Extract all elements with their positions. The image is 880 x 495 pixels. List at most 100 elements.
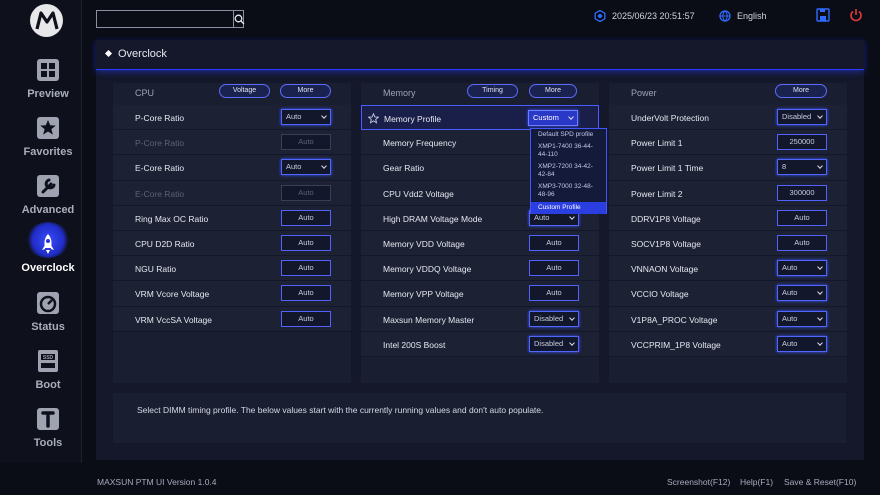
chevron-down-icon [817, 163, 823, 170]
setting-row-vrm-vcore-voltage[interactable]: VRM Vcore Voltage Auto [113, 281, 351, 307]
setting-row-intel-200s-boost[interactable]: Intel 200S Boost Disabled [361, 331, 599, 357]
sidebar-item-label: Boot [35, 379, 61, 391]
screenshot-button[interactable]: Screenshot(F12) [667, 477, 730, 487]
value-dropdown[interactable]: 8 [777, 159, 827, 176]
setting-label: Memory Profile [384, 114, 442, 124]
language-selector[interactable]: English [719, 10, 767, 22]
value-dropdown[interactable]: Auto [281, 109, 331, 125]
value-field: Auto [281, 134, 331, 151]
setting-row-e-core-ratio[interactable]: E-Core Ratio Auto [113, 180, 351, 206]
value-dropdown[interactable]: Auto [777, 335, 827, 352]
setting-label: V1P8A_PROC Voltage [631, 314, 718, 325]
voltage-button[interactable]: Voltage [219, 84, 270, 98]
setting-row-memory-vpp-voltage[interactable]: Memory VPP Voltage Auto [361, 281, 599, 307]
save-icon[interactable] [816, 8, 830, 22]
value-dropdown[interactable]: Custom [528, 110, 578, 126]
setting-row-ddrv1p8-voltage[interactable]: DDRV1P8 Voltage Auto [609, 205, 847, 231]
setting-row-power-limit-1[interactable]: Power Limit 1 250000 [609, 130, 847, 156]
value-text: Disabled [534, 338, 564, 348]
value-text: Auto [534, 212, 550, 222]
search-button[interactable] [233, 11, 245, 27]
setting-row-power-limit-1-time[interactable]: Power Limit 1 Time 8 [609, 155, 847, 181]
value-field[interactable]: Auto [529, 260, 579, 277]
chevron-down-icon [569, 314, 575, 321]
setting-row-power-limit-2[interactable]: Power Limit 2 300000 [609, 180, 847, 206]
save-reset-button[interactable]: Save & Reset(F10) [784, 477, 856, 487]
timing-button[interactable]: Timing [467, 84, 518, 98]
profile-option[interactable]: XMP1-7400 36-44-44-110 [531, 141, 606, 161]
setting-row-memory-vdd-voltage[interactable]: Memory VDD Voltage Auto [361, 230, 599, 257]
value-dropdown[interactable]: Disabled [529, 310, 579, 327]
value-field[interactable]: 300000 [777, 184, 827, 201]
value-text: Auto [286, 162, 302, 172]
sidebar-item-preview[interactable]: Preview [0, 56, 96, 114]
setting-label: P-Core Ratio [135, 113, 185, 123]
value-text: Disabled [534, 313, 564, 323]
setting-row-vccprim-1p8-voltage[interactable]: VCCPRIM_1P8 Voltage Auto [609, 331, 847, 357]
profile-option[interactable]: Default SPD profile [531, 129, 606, 141]
setting-row-p-core-ratio[interactable]: P-Core Ratio Auto [113, 105, 351, 131]
value-field[interactable]: Auto [281, 260, 331, 277]
value-dropdown[interactable]: Disabled [777, 109, 827, 125]
setting-row-ngu-ratio[interactable]: NGU Ratio Auto [113, 256, 351, 282]
sidebar-item-favorites[interactable]: Favorites [0, 114, 96, 172]
setting-row-cpu-d2d-ratio[interactable]: CPU D2D Ratio Auto [113, 230, 351, 257]
globe-icon [719, 10, 731, 22]
sidebar-item-tools[interactable]: Tools [0, 405, 96, 463]
value-text: Auto [546, 237, 562, 247]
setting-label: CPU D2D Ratio [135, 238, 195, 249]
setting-row-vccio-voltage[interactable]: VCCIO Voltage Auto [609, 281, 847, 307]
setting-row-v1p8a-proc-voltage[interactable]: V1P8A_PROC Voltage Auto [609, 306, 847, 332]
sidebar-item-boot[interactable]: SSD Boot [0, 347, 96, 405]
value-dropdown[interactable]: Auto [777, 260, 827, 277]
sidebar-item-overclock[interactable]: Overclock [0, 230, 96, 288]
value-field[interactable]: Auto [281, 234, 331, 251]
setting-row-maxsun-memory-master[interactable]: Maxsun Memory Master Disabled [361, 306, 599, 332]
favorite-star-icon[interactable] [368, 113, 379, 124]
sidebar-item-advanced[interactable]: Advanced [0, 172, 96, 230]
setting-row-memory-profile[interactable]: Memory Profile Custom [361, 105, 599, 131]
cpu-more-button[interactable]: More [280, 84, 331, 98]
value-dropdown[interactable]: Auto [777, 310, 827, 327]
help-panel: Select DIMM timing profile. The below va… [113, 393, 846, 443]
profile-option-selected[interactable]: Custom Profile [531, 202, 606, 214]
value-field[interactable]: Auto [777, 209, 827, 226]
search-input[interactable] [97, 11, 233, 27]
setting-label: VRM VccSA Voltage [135, 314, 213, 325]
value-text: Auto [298, 187, 314, 197]
value-text: 250000 [789, 137, 815, 147]
value-dropdown[interactable]: Auto [777, 285, 827, 302]
memory-more-button[interactable]: More [529, 84, 577, 98]
value-dropdown[interactable]: Auto [281, 159, 331, 176]
setting-row-socv1p8-voltage[interactable]: SOCV1P8 Voltage Auto [609, 230, 847, 257]
setting-row-memory-vddq-voltage[interactable]: Memory VDDQ Voltage Auto [361, 256, 599, 282]
value-text: Auto [298, 263, 314, 273]
sidebar-item-status[interactable]: Status [0, 289, 96, 347]
power-more-button[interactable]: More [775, 84, 827, 98]
setting-row-p-core-ratio[interactable]: P-Core Ratio Auto [113, 130, 351, 156]
value-field[interactable]: Auto [281, 285, 331, 302]
profile-option[interactable]: XMP2-7200 34-42-42-84 [531, 161, 606, 181]
value-field[interactable]: Auto [529, 234, 579, 251]
datetime-text: 2025/06/23 20:51:57 [612, 11, 695, 21]
memory-title: Memory [383, 88, 416, 98]
svg-text:SSD: SSD [43, 355, 54, 361]
value-field[interactable]: 250000 [777, 134, 827, 151]
value-field[interactable]: Auto [281, 310, 331, 327]
setting-row-ring-max-oc-ratio[interactable]: Ring Max OC Ratio Auto [113, 205, 351, 231]
power-icon[interactable] [849, 8, 863, 22]
rocket-icon [42, 234, 54, 254]
help-button[interactable]: Help(F1) [740, 477, 773, 487]
setting-label: Ring Max OC Ratio [135, 213, 209, 224]
setting-row-undervolt-protection[interactable]: UnderVolt Protection Disabled [609, 105, 847, 131]
value-field[interactable]: Auto [281, 209, 331, 226]
setting-row-e-core-ratio[interactable]: E-Core Ratio Auto [113, 155, 351, 181]
setting-label: Memory VDD Voltage [383, 238, 465, 249]
setting-row-vnnaon-voltage[interactable]: VNNAON Voltage Auto [609, 256, 847, 282]
setting-row-vrm-vccsa-voltage[interactable]: VRM VccSA Voltage Auto [113, 306, 351, 332]
value-field[interactable]: Auto [529, 285, 579, 302]
value-field[interactable]: Auto [777, 234, 827, 251]
profile-option[interactable]: XMP3-7000 32-48-48-96 [531, 181, 606, 201]
setting-label: VCCPRIM_1P8 Voltage [631, 339, 721, 350]
value-dropdown[interactable]: Disabled [529, 335, 579, 352]
